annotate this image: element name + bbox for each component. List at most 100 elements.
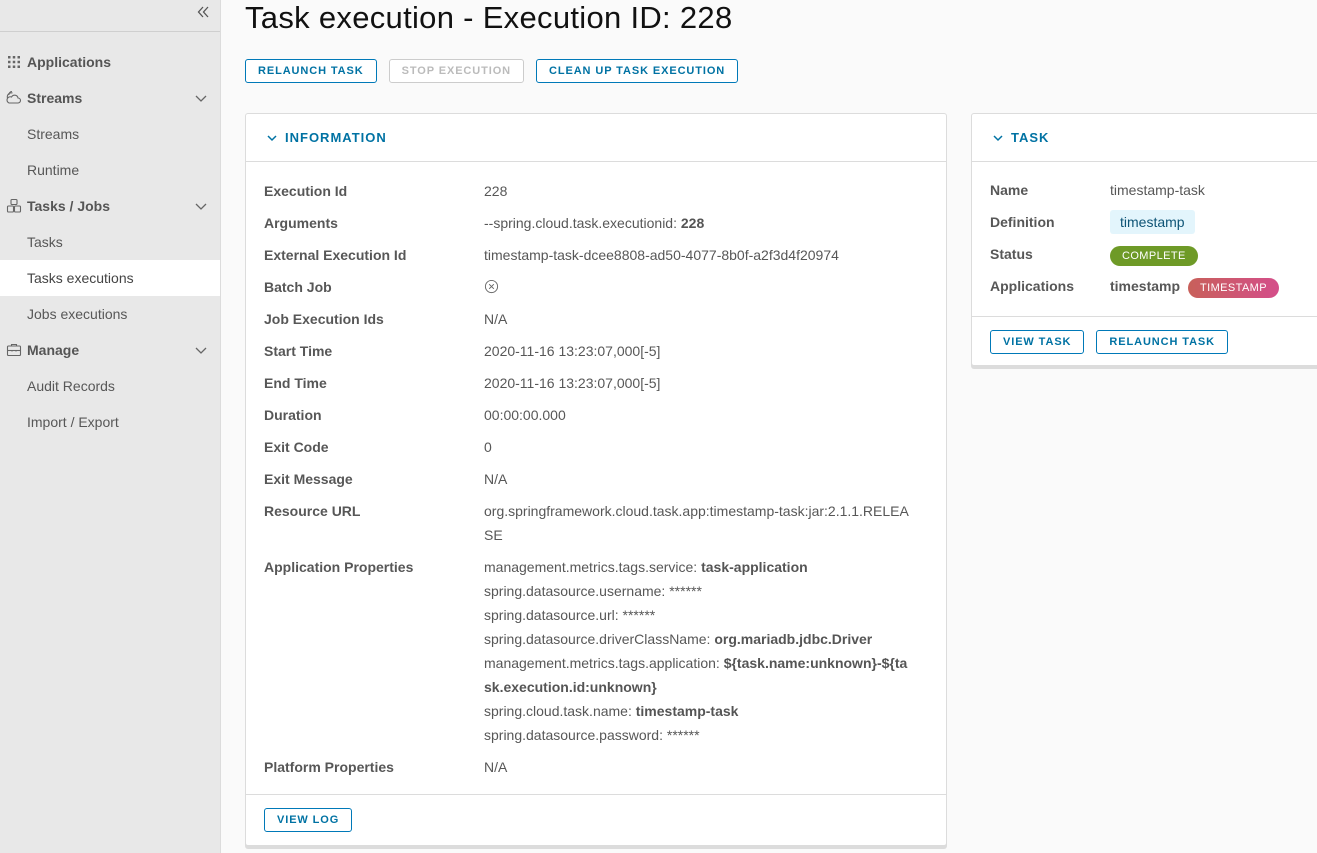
page-title-text: Task execution - Execution ID: <box>245 0 680 35</box>
collapse-sidebar-icon[interactable] <box>196 2 210 24</box>
information-rows: Execution Id 228 Arguments --spring.clou… <box>246 162 946 779</box>
property-value: org.mariadb.jdbc.Driver <box>714 631 873 647</box>
clean-up-task-execution-button[interactable]: Clean up task execution <box>536 59 739 83</box>
row-label: End Time <box>264 375 327 391</box>
sidebar-item-label: Streams <box>27 126 80 142</box>
sidebar-item-tasks-executions[interactable]: Tasks executions <box>0 260 220 296</box>
sidebar-nav: Applications Streams Streams Runtime Tas… <box>0 32 220 440</box>
chevron-down-icon <box>195 95 207 102</box>
row-exit-code: Exit Code 0 <box>264 435 928 459</box>
row-value: timestamp-task-dcee8808-ad50-4077-8b0f-a… <box>484 247 839 263</box>
sidebar-item-label: Runtime <box>27 162 80 178</box>
sidebar-group-streams[interactable]: Streams <box>0 80 220 116</box>
row-label: Definition <box>990 214 1055 230</box>
sidebar-item-tasks[interactable]: Tasks <box>0 224 220 260</box>
argument-key: --spring.cloud.task.executionid: <box>484 215 681 231</box>
sidebar-group-tasks-jobs[interactable]: Tasks / Jobs <box>0 188 220 224</box>
row-platform-properties: Platform Properties N/A <box>264 755 928 779</box>
row-external-execution-id: External Execution Id timestamp-task-dce… <box>264 243 928 267</box>
row-value: N/A <box>484 471 508 487</box>
task-rows: Name timestamp-task Definition timestamp… <box>972 162 1317 298</box>
sidebar-item-label: Audit Records <box>27 378 115 394</box>
application-name: timestamp <box>1110 278 1181 294</box>
view-log-button[interactable]: View log <box>264 808 353 832</box>
row-value: 0 <box>484 439 492 455</box>
row-job-execution-ids: Job Execution Ids N/A <box>264 307 928 331</box>
sidebar-item-label: Jobs executions <box>27 306 128 322</box>
row-value: 00:00:00.000 <box>484 407 566 423</box>
information-card-header[interactable]: INFORMATION <box>246 114 946 162</box>
information-card: INFORMATION Execution Id 228 Arguments -… <box>245 113 947 846</box>
property-key: spring.datasource.username: <box>484 583 670 599</box>
tasks-icon <box>6 198 22 214</box>
row-label: Application Properties <box>264 559 414 575</box>
sidebar-item-import-export[interactable]: Import / Export <box>0 404 220 440</box>
property-value: ****** <box>669 583 702 599</box>
task-card-footer: View task Relaunch task <box>972 316 1317 367</box>
main-content: Task execution - Execution ID: 228 Relau… <box>245 0 1317 846</box>
property-key: spring.cloud.task.name: <box>484 703 636 719</box>
row-exit-message: Exit Message N/A <box>264 467 928 491</box>
application-properties-list: management.metrics.tags.service: task-ap… <box>484 555 928 747</box>
row-label: Exit Message <box>264 471 353 487</box>
sidebar-group-applications[interactable]: Applications <box>0 44 220 80</box>
briefcase-icon <box>6 342 22 358</box>
sidebar: Applications Streams Streams Runtime Tas… <box>0 0 221 853</box>
property-line: spring.datasource.url: ****** <box>484 603 914 627</box>
chevron-down-icon <box>993 134 1003 141</box>
task-row-definition: Definition timestamp <box>990 210 1312 234</box>
row-value: 2020-11-16 13:23:07,000[-5] <box>484 343 661 359</box>
row-value <box>484 275 928 299</box>
row-duration: Duration 00:00:00.000 <box>264 403 928 427</box>
property-line: spring.datasource.driverClassName: org.m… <box>484 627 914 651</box>
sidebar-item-streams[interactable]: Streams <box>0 116 220 152</box>
property-line: spring.datasource.password: ****** <box>484 723 914 747</box>
relaunch-task-button[interactable]: Relaunch task <box>245 59 377 83</box>
sidebar-item-jobs-executions[interactable]: Jobs executions <box>0 296 220 332</box>
row-label: Exit Code <box>264 439 329 455</box>
row-value: org.springframework.cloud.task.app:times… <box>484 503 909 543</box>
chevron-down-icon <box>195 203 207 210</box>
sidebar-group-label: Streams <box>27 90 83 106</box>
information-card-footer: View log <box>246 794 946 845</box>
relaunch-task-card-button[interactable]: Relaunch task <box>1096 330 1229 354</box>
row-value: --spring.cloud.task.executionid: 228 <box>484 211 928 235</box>
sidebar-item-label: Import / Export <box>27 414 119 430</box>
property-key: spring.datasource.url: <box>484 607 623 623</box>
property-value: ****** <box>666 727 700 743</box>
row-label: Status <box>990 246 1033 262</box>
row-value: 2020-11-16 13:23:07,000[-5] <box>484 375 661 391</box>
row-resource-url: Resource URL org.springframework.cloud.t… <box>264 499 928 547</box>
row-value: 228 <box>484 183 508 199</box>
stop-execution-button[interactable]: Stop execution <box>388 59 524 83</box>
property-key: spring.datasource.password: <box>484 727 667 743</box>
row-label: Job Execution Ids <box>264 311 384 327</box>
sidebar-group-label: Tasks / Jobs <box>27 198 111 214</box>
task-row-name: Name timestamp-task <box>990 178 1312 202</box>
property-value: task-application <box>701 559 808 575</box>
sidebar-item-label: Tasks <box>27 234 63 250</box>
sidebar-item-label: Tasks executions <box>27 270 134 286</box>
property-line: management.metrics.tags.service: task-ap… <box>484 555 914 579</box>
sidebar-item-audit-records[interactable]: Audit Records <box>0 368 220 404</box>
sidebar-item-runtime[interactable]: Runtime <box>0 152 220 188</box>
property-key: management.metrics.tags.service: <box>484 559 702 575</box>
row-label: Arguments <box>264 215 338 231</box>
view-task-button[interactable]: View task <box>990 330 1085 354</box>
task-card: TASK Name timestamp-task Definition time… <box>971 113 1317 366</box>
argument-value: 228 <box>680 215 705 231</box>
row-value: N/A <box>484 311 508 327</box>
row-label: Name <box>990 182 1029 198</box>
definition-tag[interactable]: timestamp <box>1110 210 1195 234</box>
information-card-title: INFORMATION <box>285 130 387 145</box>
task-card-title: TASK <box>1011 130 1050 145</box>
row-arguments: Arguments --spring.cloud.task.executioni… <box>264 211 928 235</box>
sidebar-group-manage[interactable]: Manage <box>0 332 220 368</box>
task-card-header[interactable]: TASK <box>972 114 1317 162</box>
sidebar-group-label: Manage <box>27 342 80 358</box>
task-name: timestamp-task <box>1110 182 1205 198</box>
grid-icon <box>6 54 22 70</box>
row-value: N/A <box>484 759 508 775</box>
task-row-status: Status COMPLETE <box>990 242 1312 266</box>
row-start-time: Start Time 2020-11-16 13:23:07,000[-5] <box>264 339 928 363</box>
